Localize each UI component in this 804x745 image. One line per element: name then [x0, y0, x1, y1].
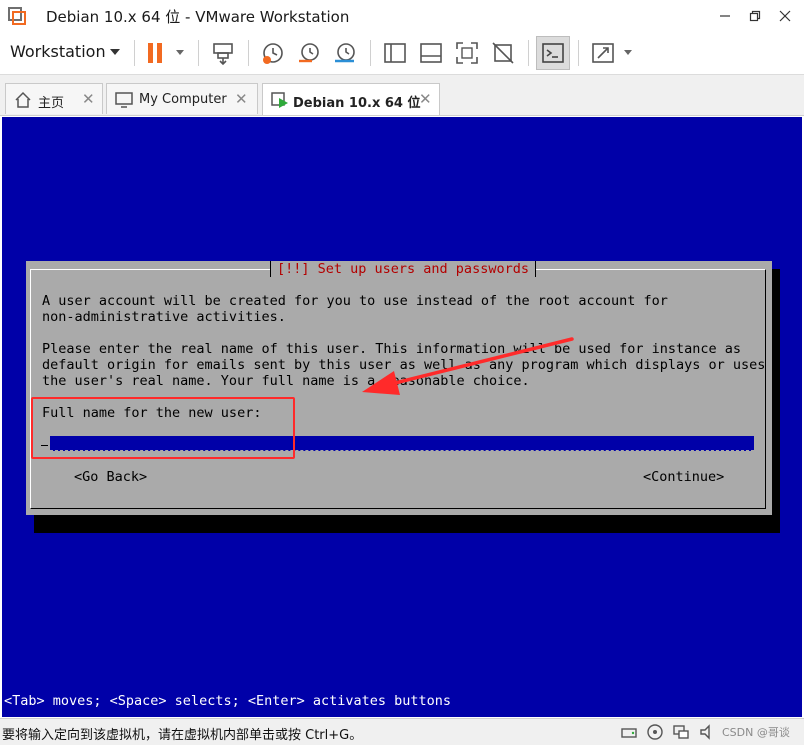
tab-home[interactable]: 主页 ✕ — [5, 83, 103, 114]
toolbar-divider — [134, 40, 135, 66]
snapshot-take-icon[interactable] — [260, 40, 286, 66]
tab-close-icon[interactable]: ✕ — [82, 90, 95, 108]
annotation-highlight-box — [31, 397, 295, 459]
title-bar: Debian 10.x 64 位 - VMware Workstation — [0, 0, 804, 32]
restore-icon — [749, 10, 761, 22]
vm-console-screen[interactable]: [!!] Set up users and passwords A user a… — [2, 117, 802, 717]
hard-disk-icon[interactable] — [620, 723, 638, 741]
pause-icon[interactable] — [142, 40, 168, 66]
home-icon — [15, 91, 31, 108]
window-title: Debian 10.x 64 位 - VMware Workstation — [46, 8, 350, 26]
csdn-watermark: CSDN @哥谈 — [722, 726, 790, 739]
maximize-button[interactable] — [742, 4, 768, 28]
tab-debian-vm[interactable]: Debian 10.x 64 位 ✕ — [262, 83, 440, 115]
tab-label: 主页 — [38, 96, 65, 111]
power-menu-caret-icon[interactable] — [176, 50, 184, 55]
snapshot-revert-icon[interactable] — [296, 40, 322, 66]
toolbar: Workstation — [0, 32, 804, 75]
network-adapter-icon[interactable] — [672, 723, 690, 741]
tab-label: Debian 10.x 64 位 — [293, 96, 421, 111]
cd-dvd-icon[interactable] — [646, 723, 664, 741]
tab-my-computer[interactable]: My Computer ✕ — [106, 83, 258, 114]
installer-dialog: [!!] Set up users and passwords A user a… — [26, 261, 772, 515]
toolbar-divider — [198, 40, 199, 66]
thumbnail-bar-icon[interactable] — [418, 40, 444, 66]
sidebar-view-icon[interactable] — [382, 40, 408, 66]
toolbar-divider — [248, 40, 249, 66]
dialog-text-line: default origin for emails sent by this u… — [42, 357, 766, 373]
full-screen-icon[interactable] — [454, 40, 480, 66]
close-button[interactable] — [772, 4, 798, 28]
workstation-menu-caret-icon[interactable] — [110, 49, 120, 55]
vm-running-icon — [271, 92, 288, 108]
sound-card-icon[interactable] — [698, 723, 716, 741]
console-icon — [542, 43, 564, 63]
status-message: 要将输入定向到该虚拟机，请在虚拟机内部单击或按 Ctrl+G。 — [2, 728, 363, 743]
monitor-icon — [115, 92, 133, 108]
dialog-text-line: A user account will be created for you t… — [42, 293, 668, 309]
toolbar-divider — [528, 40, 529, 66]
tab-close-icon[interactable]: ✕ — [235, 90, 248, 108]
stretch-guest-icon[interactable] — [590, 40, 616, 66]
tab-label: My Computer — [139, 92, 227, 107]
vmware-logo-icon — [8, 7, 26, 25]
toolbar-divider — [578, 40, 579, 66]
minimize-icon — [720, 15, 730, 17]
dialog-text-line: non-administrative activities. — [42, 309, 286, 325]
send-ctrl-alt-del-icon[interactable] — [210, 40, 236, 66]
view-menu-caret-icon[interactable] — [624, 50, 632, 55]
continue-button[interactable]: <Continue> — [643, 469, 724, 485]
toolbar-divider — [370, 40, 371, 66]
minimize-button[interactable] — [712, 4, 738, 28]
go-back-button[interactable]: <Go Back> — [74, 469, 147, 485]
keyboard-help-line: <Tab> moves; <Space> selects; <Enter> ac… — [4, 693, 452, 709]
dialog-text-line: the user's real name. Your full name is … — [42, 373, 530, 389]
console-view-button[interactable] — [536, 36, 570, 70]
dialog-title: [!!] Set up users and passwords — [270, 261, 536, 277]
close-icon — [779, 10, 791, 22]
dialog-text-line: Please enter the real name of this user.… — [42, 341, 741, 357]
tab-close-icon[interactable]: ✕ — [419, 90, 432, 108]
snapshot-manager-icon[interactable] — [332, 40, 358, 66]
unity-disabled-icon[interactable] — [490, 40, 516, 66]
workstation-menu[interactable]: Workstation — [10, 42, 106, 61]
tab-bar: 主页 ✕ My Computer ✕ Debian 10.x 64 位 ✕ — [0, 75, 804, 116]
status-bar: 要将输入定向到该虚拟机，请在虚拟机内部单击或按 Ctrl+G。 CSDN @哥谈 — [0, 718, 804, 745]
